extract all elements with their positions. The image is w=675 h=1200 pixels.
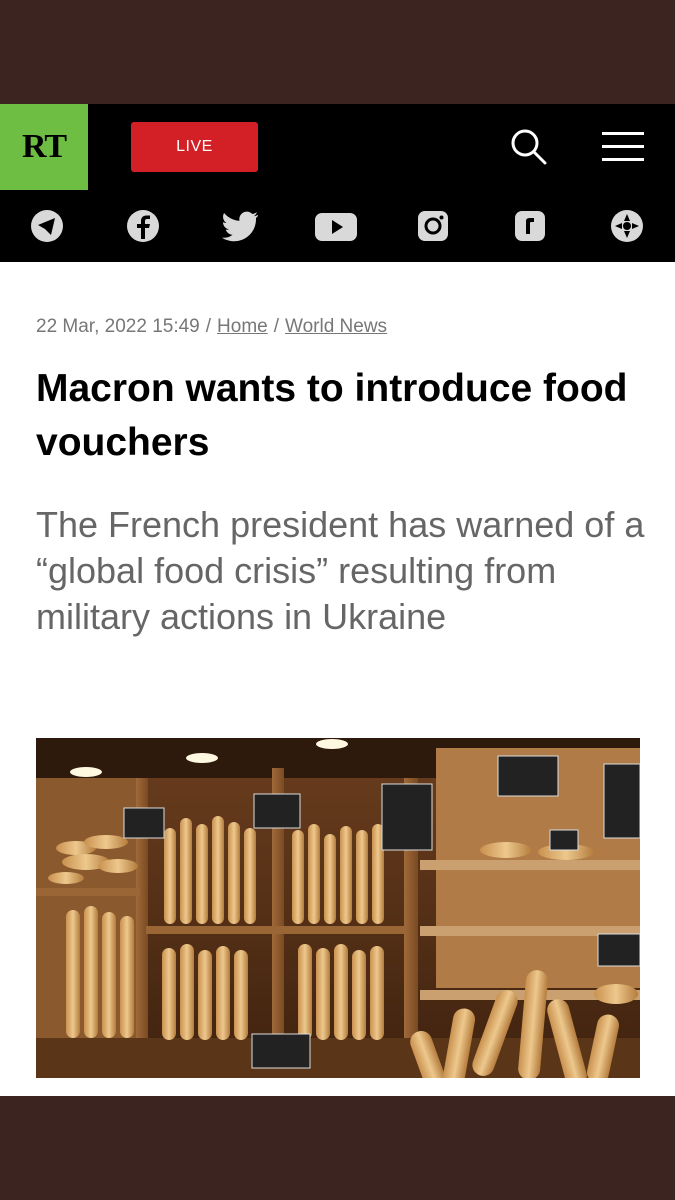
article-subtitle: The French president has warned of a “gl…: [36, 504, 645, 637]
breadcrumb-world-news-link[interactable]: World News: [285, 316, 387, 337]
rumble-icon[interactable]: [513, 209, 547, 243]
top-band: [0, 0, 675, 104]
logo-text: RT: [21, 128, 67, 165]
instagram-icon[interactable]: [416, 209, 450, 243]
article-title: Macron wants to introduce food vouchers: [36, 367, 628, 464]
site-header: RT LIVE: [0, 104, 675, 190]
bakery-photo: [36, 738, 640, 1078]
article-meta: 22 Mar, 2022 15:49/Home / World News: [36, 316, 387, 338]
youtube-icon[interactable]: [314, 209, 358, 243]
publish-date: 22 Mar, 2022 15:49: [36, 316, 200, 337]
breadcrumb-separator: /: [205, 316, 212, 337]
breadcrumb-separator: /: [273, 316, 279, 337]
article-photo: [36, 738, 640, 1078]
facebook-icon[interactable]: [126, 209, 160, 243]
social-bar: [0, 190, 675, 262]
live-button[interactable]: LIVE: [131, 122, 258, 172]
rt-logo[interactable]: RT: [0, 104, 88, 190]
search-icon[interactable]: [508, 126, 550, 168]
menu-icon[interactable]: [600, 128, 646, 164]
bottom-band: [0, 1096, 675, 1200]
article-content: 22 Mar, 2022 15:49/Home / World News Macro…: [0, 262, 675, 1096]
telegram-icon[interactable]: [30, 209, 64, 243]
breadcrumb-home-link[interactable]: Home: [217, 316, 268, 337]
vk-icon[interactable]: [610, 209, 644, 243]
twitter-icon[interactable]: [222, 209, 260, 243]
